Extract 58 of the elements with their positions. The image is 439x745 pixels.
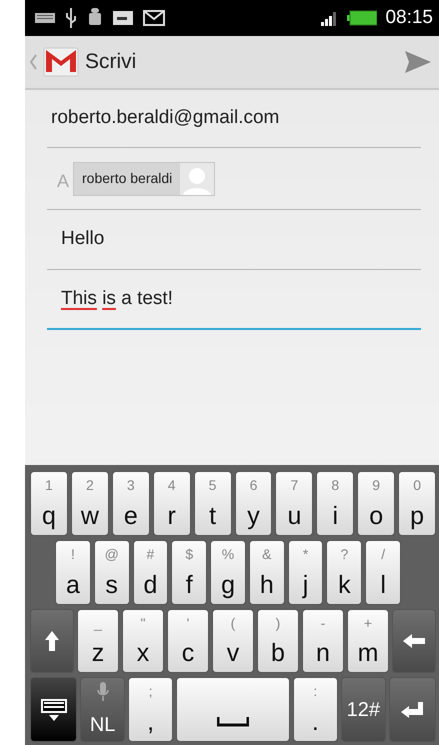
- status-time: 08:15: [385, 6, 433, 30]
- keyboard-key[interactable]: $ f: [171, 540, 208, 604]
- keyboard-key[interactable]: " x: [122, 608, 164, 674]
- battery-icon: [347, 10, 378, 26]
- mail-icon: [143, 10, 165, 26]
- robot-icon: [87, 8, 103, 28]
- voice-language-key[interactable]: NL: [80, 677, 126, 742]
- symbols-key[interactable]: 12#: [340, 677, 386, 742]
- keyboard-key[interactable]: ; ,: [128, 677, 174, 742]
- keyboard-hide-icon: [40, 698, 68, 722]
- keyboard-key[interactable]: ! a: [55, 540, 91, 604]
- keyboard-key[interactable]: - n: [302, 608, 344, 674]
- keyboard-key[interactable]: @ s: [94, 540, 130, 604]
- hide-keyboard-key[interactable]: [30, 677, 78, 742]
- arrow-left-icon: [403, 634, 425, 648]
- keyboard-key[interactable]: 1 q: [30, 471, 68, 536]
- from-field[interactable]: roberto.beraldi@gmail.com: [47, 90, 421, 148]
- keyboard-icon: [35, 12, 55, 24]
- arrow-up-icon: [45, 630, 59, 651]
- send-icon[interactable]: [405, 51, 431, 73]
- avatar-icon: [180, 162, 214, 194]
- screen-title: Scrivi: [85, 49, 136, 76]
- space-bar-icon: [216, 717, 249, 727]
- keyboard-key[interactable]: 9 o: [357, 471, 396, 536]
- keyboard-key[interactable]: 0 p: [398, 471, 436, 536]
- keyboard-key[interactable]: 5 t: [194, 471, 232, 536]
- envelope-logo-icon: [43, 46, 79, 78]
- keyboard-key[interactable]: _ z: [77, 608, 119, 674]
- microphone-icon: [96, 682, 109, 702]
- keyboard-key[interactable]: ? k: [326, 540, 362, 604]
- keyboard-key[interactable]: 4 r: [152, 471, 191, 536]
- keyboard-key[interactable]: * j: [288, 540, 324, 604]
- keyboard-key[interactable]: % g: [210, 540, 246, 604]
- keyboard-key[interactable]: 8 i: [316, 471, 354, 536]
- usb-icon: [65, 8, 77, 28]
- keyboard-key[interactable]: + m: [347, 608, 389, 674]
- shift-key[interactable]: [30, 608, 74, 674]
- enter-key[interactable]: [388, 677, 436, 742]
- recipient-chip[interactable]: roberto beraldi: [73, 162, 216, 196]
- keyboard-key[interactable]: 3 e: [112, 471, 150, 536]
- keyboard-key[interactable]: ) b: [257, 608, 299, 674]
- body-field[interactable]: This is a test!: [47, 270, 421, 330]
- to-label: A: [56, 170, 70, 193]
- enter-arrow-icon: [401, 702, 424, 718]
- backspace-key[interactable]: [392, 608, 436, 674]
- recipient-field[interactable]: A roberto beraldi: [47, 148, 421, 210]
- keyboard-key[interactable]: # d: [132, 540, 168, 604]
- keyboard-key[interactable]: ( v: [212, 608, 254, 674]
- keyboard-key[interactable]: 6 y: [234, 471, 272, 536]
- keyboard-key[interactable]: ' c: [167, 608, 209, 674]
- keyboard-key[interactable]: / l: [365, 540, 402, 604]
- keyboard-key[interactable]: : .: [292, 677, 338, 742]
- subject-field[interactable]: Hello: [47, 210, 421, 270]
- keyboard-key[interactable]: & h: [248, 540, 285, 604]
- keyboard-key[interactable]: 7 u: [275, 471, 314, 536]
- space-key[interactable]: [176, 677, 290, 742]
- keyboard-key[interactable]: 2 w: [70, 471, 109, 536]
- image-icon: [113, 11, 133, 25]
